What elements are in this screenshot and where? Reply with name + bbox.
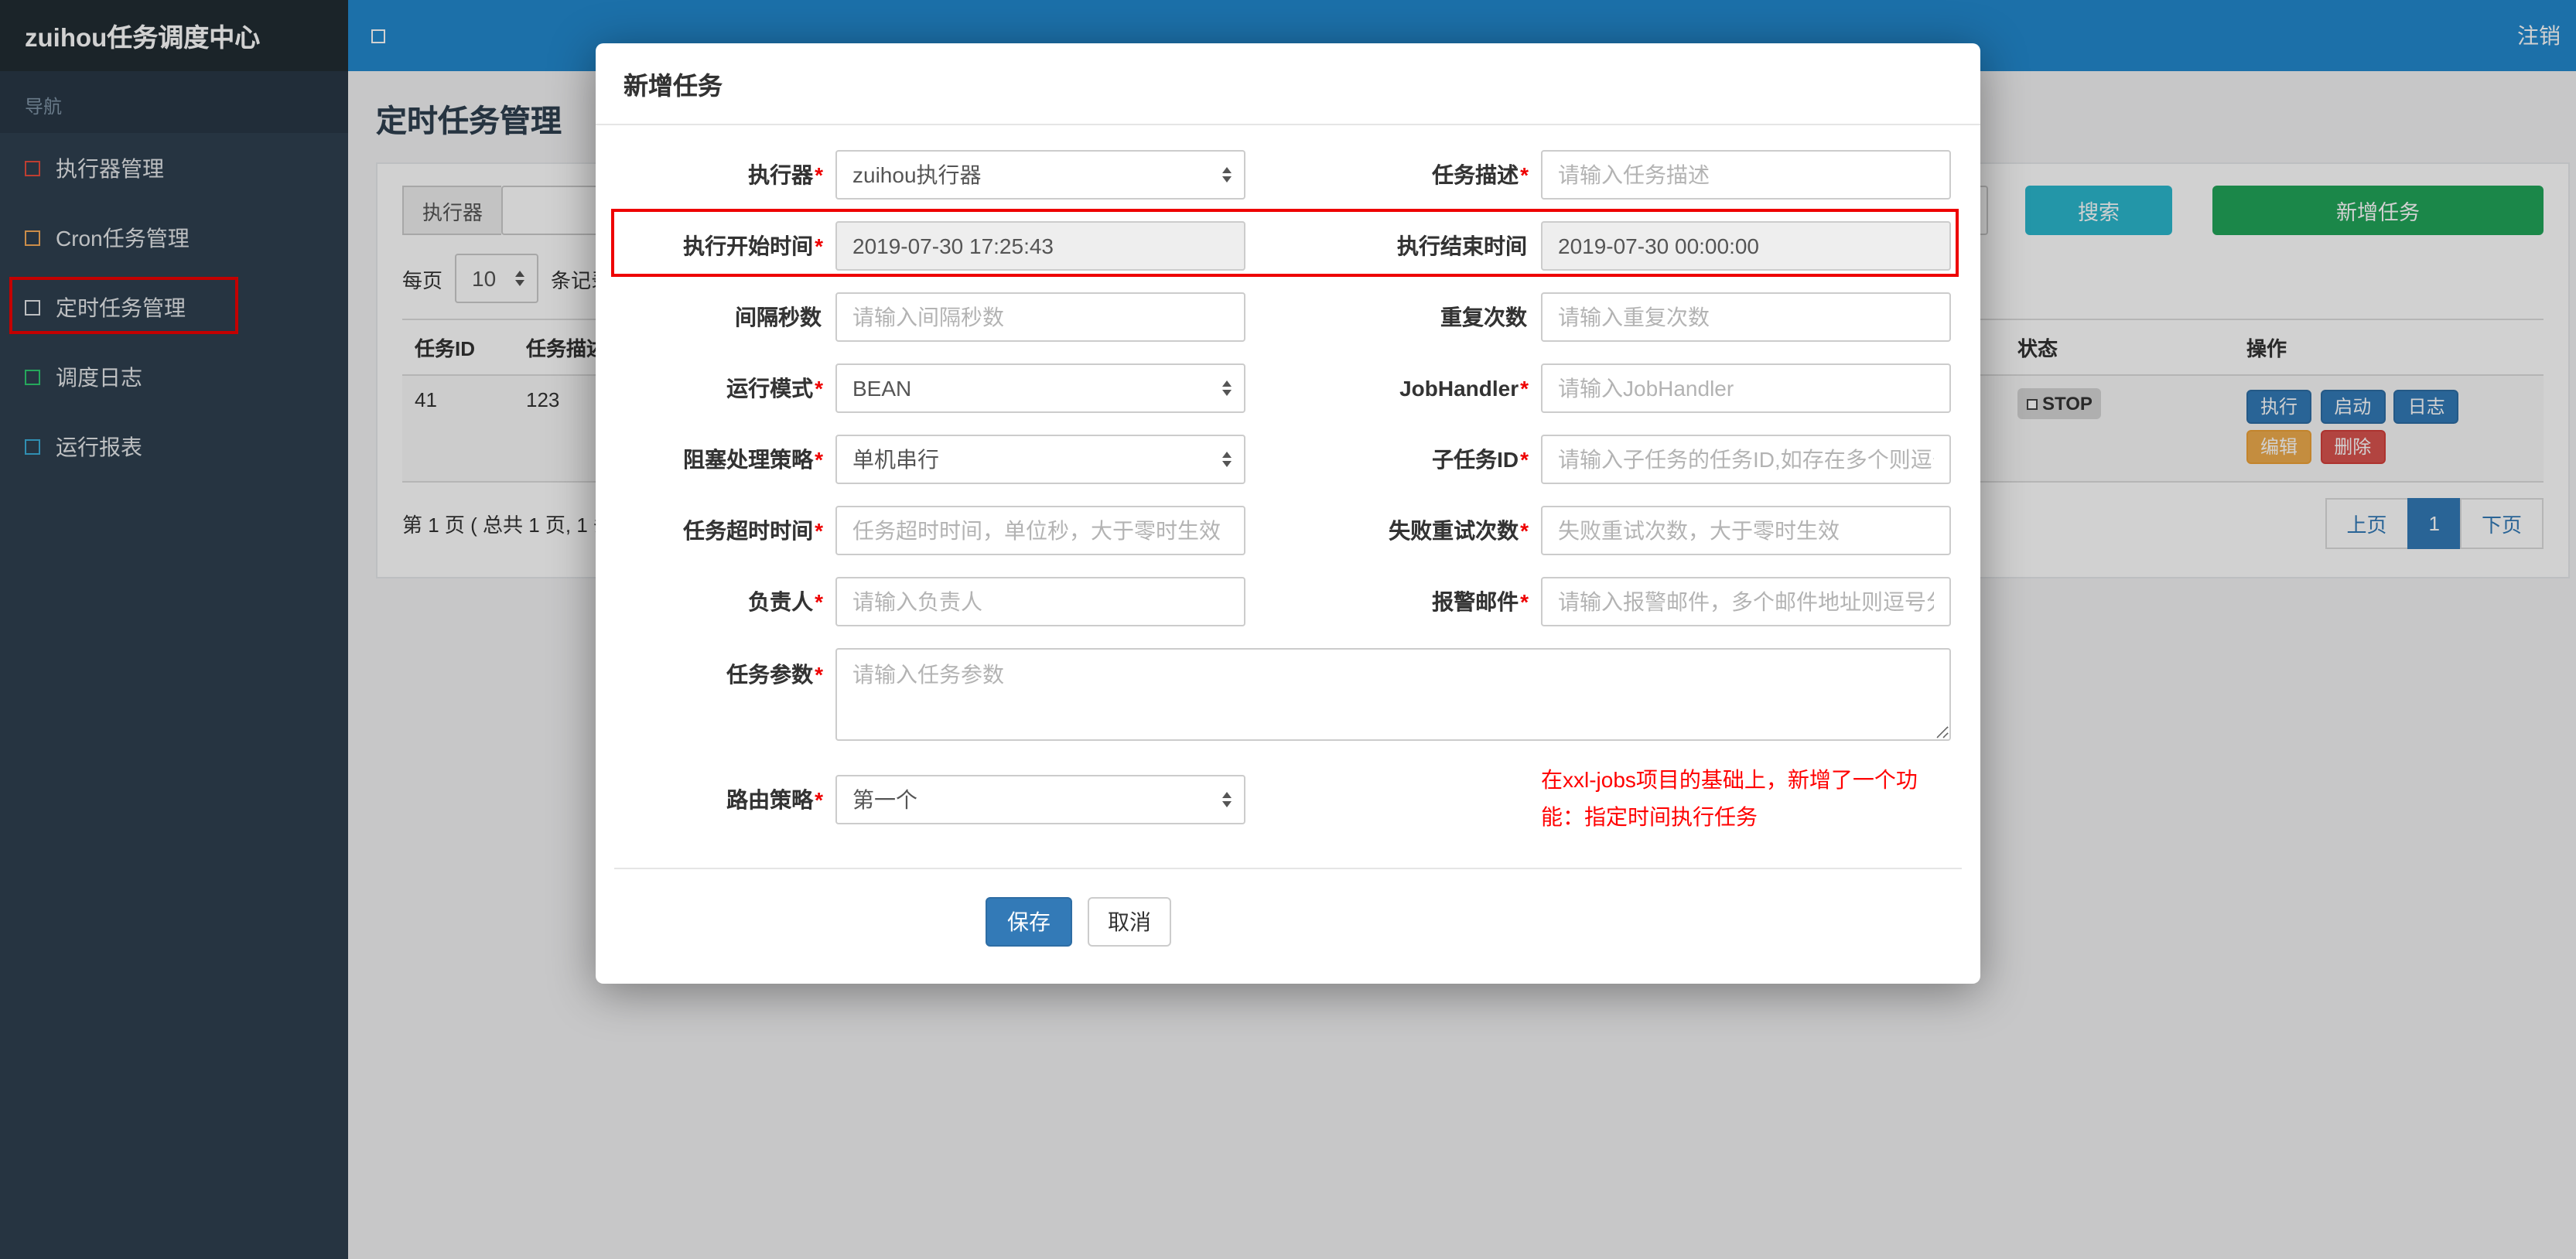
field-label-task-desc: 任务描述 * — [1432, 162, 1529, 187]
field-label-executor: 执行器 * — [748, 162, 823, 187]
modal-actions: 保存 取消 — [614, 868, 1962, 983]
select-arrows-icon — [1222, 791, 1232, 807]
select-arrows-icon — [1222, 167, 1232, 183]
required-asterisk: * — [1520, 518, 1529, 543]
alarm-email-input[interactable] — [1541, 577, 1951, 626]
timeout-input[interactable] — [835, 506, 1245, 555]
required-asterisk: * — [815, 786, 823, 812]
modal-body: 执行器* zuihou执行器 任务描述* 执行开始时间* 执行结束时间 间隔秒数… — [596, 125, 1980, 983]
field-label-end-time: 执行结束时间 — [1397, 234, 1527, 258]
repeat-count-input[interactable] — [1541, 292, 1951, 342]
field-label-author: 负责人 * — [748, 589, 823, 614]
selected-value: BEAN — [852, 376, 912, 401]
field-label-fail-retry: 失败重试次数 * — [1389, 518, 1529, 543]
task-desc-input[interactable] — [1541, 150, 1951, 200]
field-label-repeat-count: 重复次数 — [1440, 305, 1527, 329]
field-label-alarm-email: 报警邮件 * — [1432, 589, 1529, 614]
field-label-interval: 间隔秒数 — [735, 305, 822, 329]
author-input[interactable] — [835, 577, 1245, 626]
field-label-jobhandler: JobHandler * — [1399, 376, 1529, 401]
modal-header: 新增任务 — [596, 43, 1980, 125]
required-asterisk: * — [815, 447, 823, 472]
fail-retry-input[interactable] — [1541, 506, 1951, 555]
field-label-block-strategy: 阻塞处理策略 * — [683, 447, 823, 472]
end-time-input[interactable] — [1541, 221, 1951, 271]
cancel-button[interactable]: 取消 — [1088, 896, 1171, 947]
required-asterisk: * — [815, 518, 823, 543]
child-job-id-input[interactable] — [1541, 435, 1951, 484]
field-label-child-job: 子任务ID * — [1432, 447, 1529, 472]
jobhandler-input[interactable] — [1541, 363, 1951, 413]
required-asterisk: * — [815, 662, 823, 687]
executor-select[interactable]: zuihou执行器 — [835, 150, 1245, 200]
run-mode-select[interactable]: BEAN — [835, 363, 1245, 413]
add-task-form: 执行器* zuihou执行器 任务描述* 执行开始时间* 执行结束时间 间隔秒数… — [614, 150, 1962, 836]
block-strategy-select[interactable]: 单机串行 — [835, 435, 1245, 484]
selected-value: zuihou执行器 — [852, 162, 982, 187]
selected-value: 第一个 — [852, 786, 917, 812]
select-arrows-icon — [1222, 380, 1232, 396]
selected-value: 单机串行 — [852, 447, 939, 472]
modal-title: 新增任务 — [624, 74, 723, 101]
start-time-input[interactable] — [835, 221, 1245, 271]
required-asterisk: * — [815, 589, 823, 614]
required-asterisk: * — [1520, 447, 1529, 472]
field-label-route-strategy: 路由策略 * — [726, 786, 823, 812]
required-asterisk: * — [815, 376, 823, 401]
add-task-modal: 新增任务 执行器* zuihou执行器 任务描述* 执行开始时间* 执行结束时间… — [596, 43, 1980, 984]
required-asterisk: * — [815, 234, 823, 258]
route-strategy-select[interactable]: 第一个 — [835, 774, 1245, 824]
field-label-start-time: 执行开始时间 * — [683, 234, 823, 258]
interval-seconds-input[interactable] — [835, 292, 1245, 342]
field-label-timeout: 任务超时时间 * — [683, 518, 823, 543]
required-asterisk: * — [1520, 589, 1529, 614]
save-button[interactable]: 保存 — [986, 896, 1072, 947]
field-label-job-param: 任务参数 * — [726, 662, 823, 687]
job-param-textarea[interactable] — [835, 648, 1951, 741]
feature-note: 在xxl-jobs项目的基础上，新增了一个功能：指定时间执行任务 — [1541, 767, 1918, 829]
select-arrows-icon — [1222, 452, 1232, 467]
required-asterisk: * — [815, 162, 823, 187]
required-asterisk: * — [1520, 162, 1529, 187]
app-viewport: zuihou任务调度中心 注销 导航 执行器管理 Cron任务管理 定时任务管理… — [0, 0, 2576, 1259]
field-label-glue-type: 运行模式 * — [726, 376, 823, 401]
required-asterisk: * — [1520, 376, 1529, 401]
